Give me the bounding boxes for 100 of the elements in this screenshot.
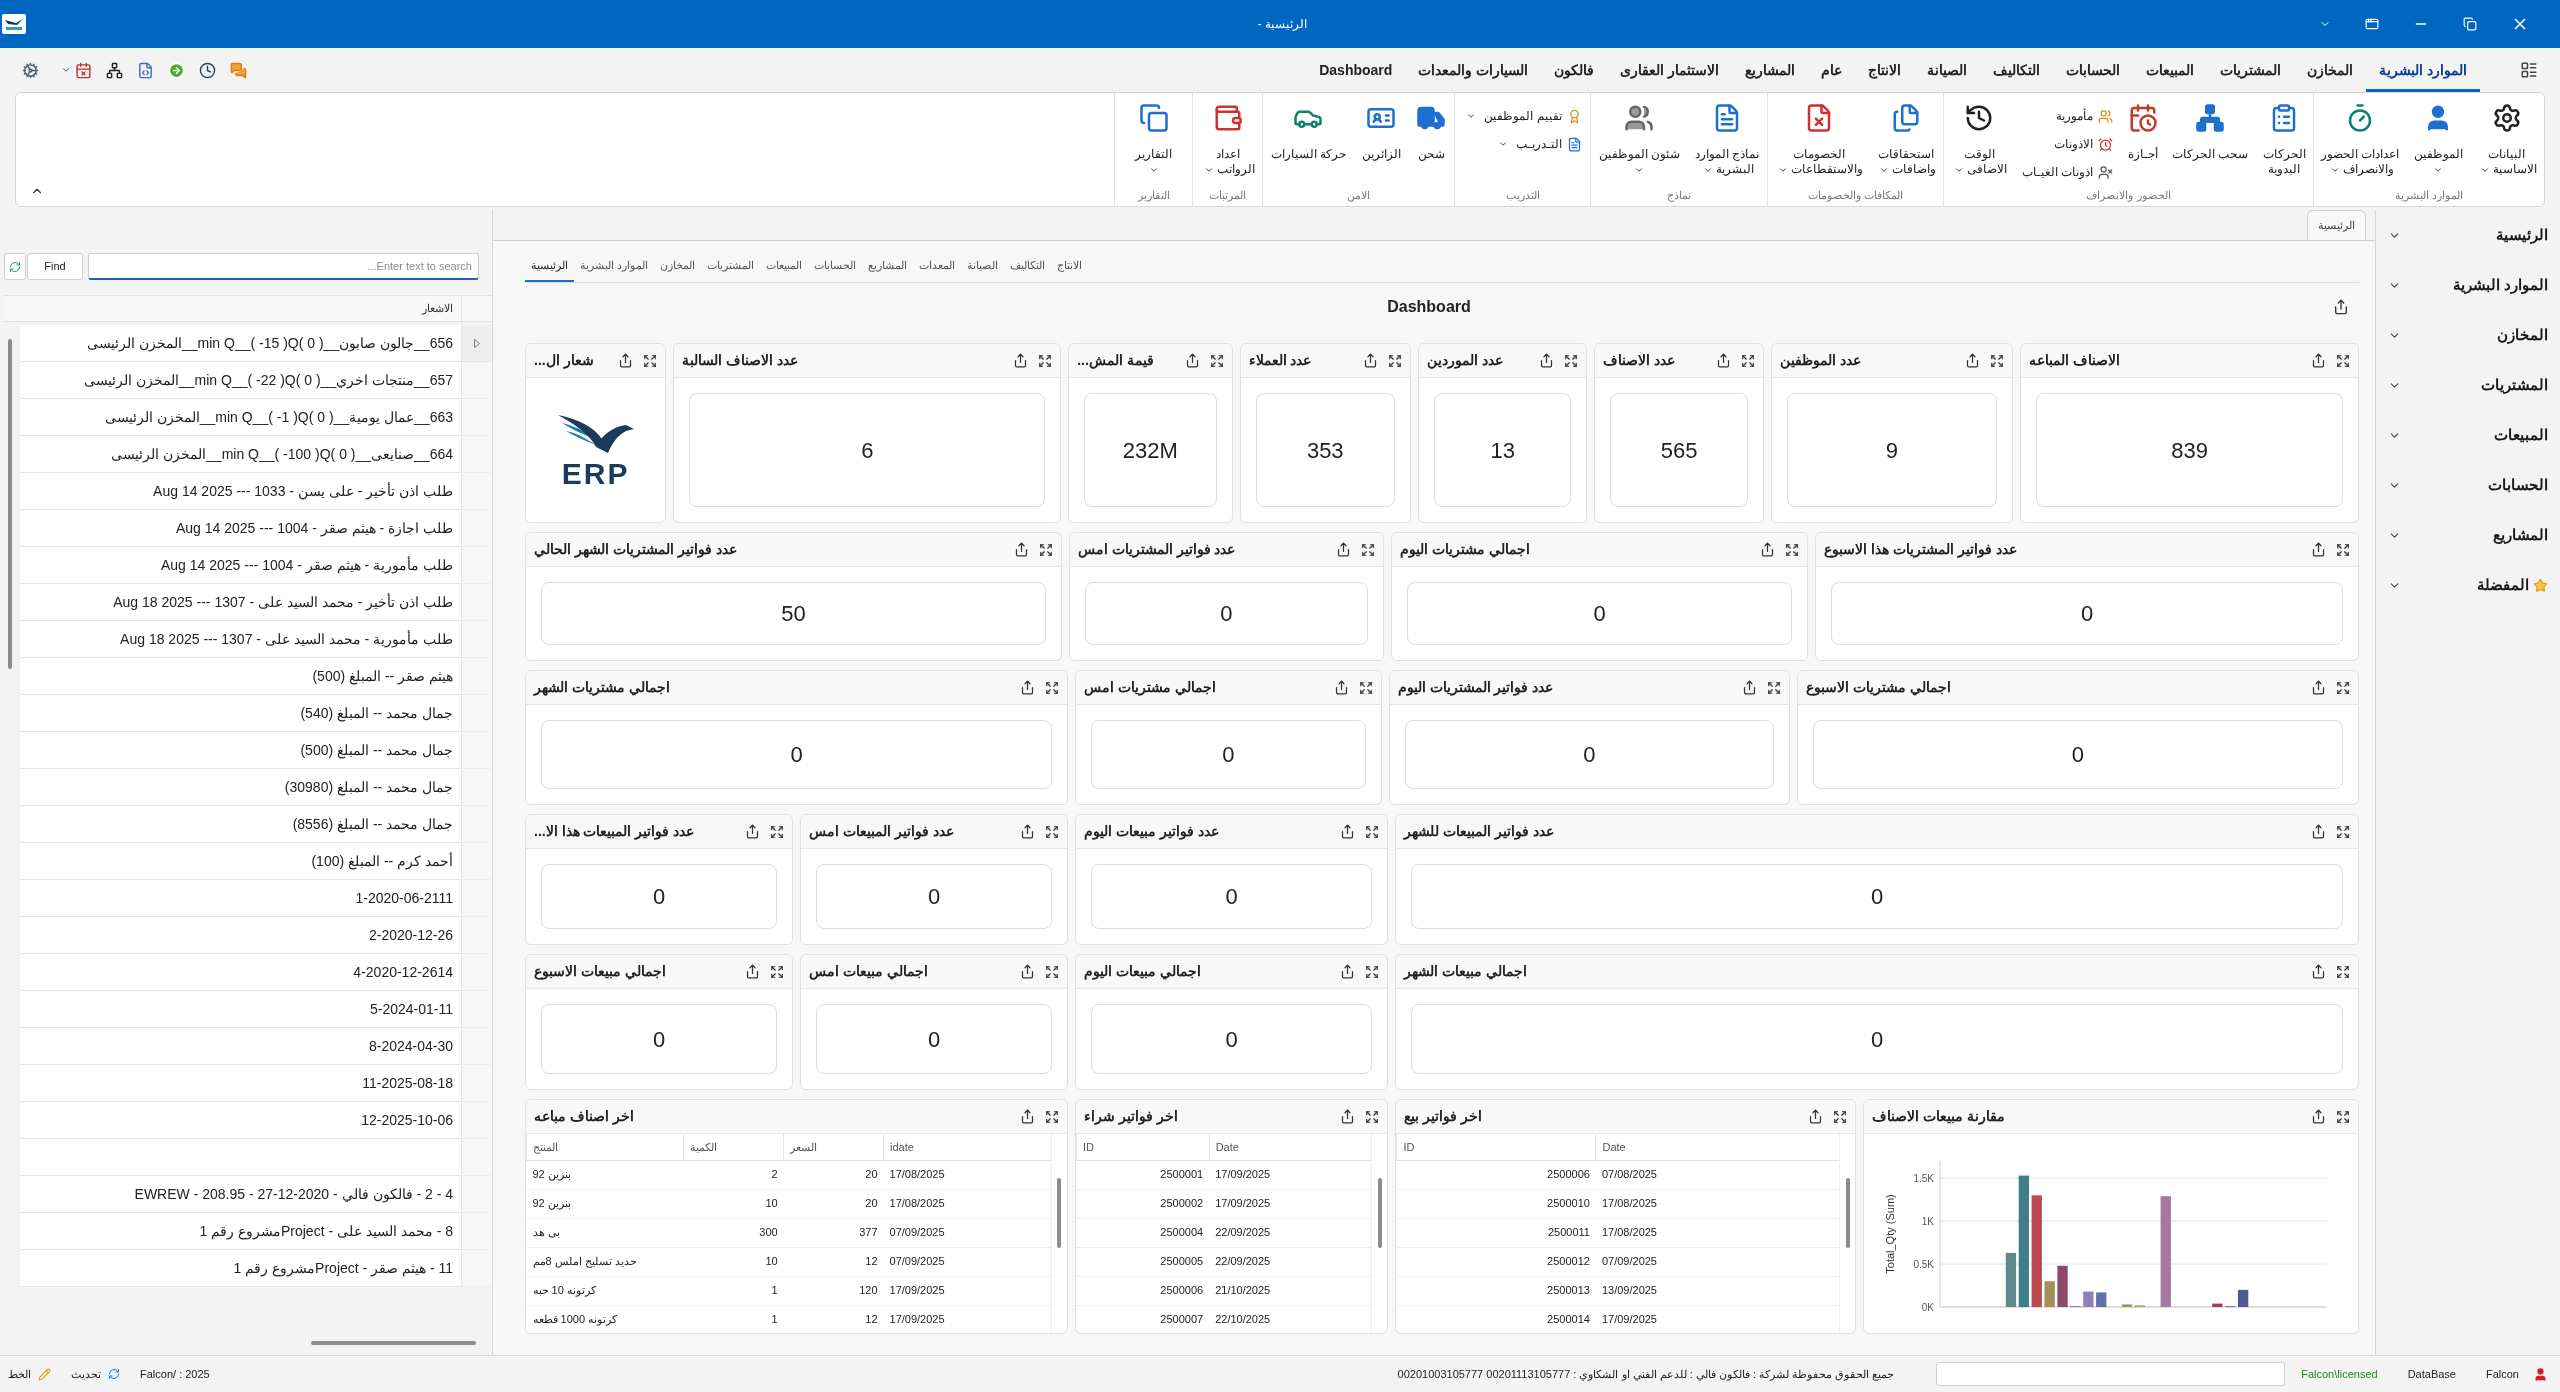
ribbon-small-button[interactable]: تقييم الموظفين xyxy=(1463,107,1582,125)
ribbon-tab[interactable]: الحسابات xyxy=(2053,48,2134,92)
ribbon-button[interactable]: الحركات اليدوية xyxy=(2258,103,2310,177)
expand-icon[interactable] xyxy=(1990,353,2005,368)
dashboard-tab[interactable]: الحسابات xyxy=(808,251,863,282)
expand-icon[interactable] xyxy=(1038,542,1053,557)
notification-row[interactable]: 663__عمال يومية__min Q__( -1 )Q( 0 )__المخزن الرئيسى xyxy=(20,399,462,436)
ribbon-button[interactable]: استحقاقات واضافات xyxy=(1872,103,1941,177)
export-icon[interactable] xyxy=(1808,1109,1824,1124)
ribbon-small-button[interactable]: الاذونات xyxy=(2021,135,2114,153)
expand-icon[interactable] xyxy=(2336,1109,2350,1124)
dashboard-tab[interactable]: الرئيسية xyxy=(525,251,574,282)
restore-icon[interactable] xyxy=(2463,17,2477,31)
refresh-icon[interactable] xyxy=(108,1368,120,1380)
scrollbar-thumb[interactable] xyxy=(1845,1178,1850,1248)
column-header[interactable]: السعر xyxy=(783,1134,884,1160)
column-header[interactable]: Date xyxy=(1595,1134,1840,1160)
caret-icon[interactable] xyxy=(61,65,71,75)
column-header[interactable]: Date xyxy=(1209,1134,1372,1160)
export-icon[interactable] xyxy=(2311,1109,2326,1124)
expand-icon[interactable] xyxy=(770,964,785,979)
expand-icon[interactable] xyxy=(1766,680,1781,695)
export-icon[interactable] xyxy=(1019,964,1035,979)
expand-icon[interactable] xyxy=(1365,824,1380,839)
dashboard-tab[interactable]: المبيعات xyxy=(760,251,809,282)
column-header[interactable]: الكمية xyxy=(683,1134,784,1160)
expand-icon[interactable] xyxy=(1044,964,1059,979)
document-tab[interactable]: الرئيسية xyxy=(2307,210,2366,240)
export-icon[interactable] xyxy=(1539,353,1555,368)
export-icon[interactable] xyxy=(1013,542,1029,557)
notification-row[interactable]: 4 - 2 - فالكون فالي - 2020-12-27 - 208.95 - EWREW xyxy=(20,1176,462,1213)
export-icon[interactable] xyxy=(1335,542,1351,557)
export-icon[interactable] xyxy=(1362,353,1378,368)
column-header[interactable]: ID xyxy=(1076,1134,1210,1160)
export-icon[interactable] xyxy=(1340,1109,1356,1124)
expand-icon[interactable] xyxy=(1785,542,1800,557)
notification-row[interactable]: 8 - محمد السيد على - Projectمشروع رقم 1 xyxy=(20,1213,462,1250)
expand-icon[interactable] xyxy=(1360,542,1375,557)
ribbon-tab[interactable]: الصيانة xyxy=(1914,48,1981,92)
ribbon-tab[interactable]: الانتاج xyxy=(1855,48,1915,92)
notification-row[interactable]: طلب اجازة - هيثم صقر - 1004 --- Aug 14 2025 xyxy=(20,510,462,547)
notification-row[interactable]: طلب اذن تأخير - على يسن - 1033 --- Aug 14 2025 xyxy=(20,473,462,510)
notification-row[interactable]: جمال محمد -- المبلغ (30980) xyxy=(20,769,462,806)
dashboard-tab[interactable]: الموارد البشرية xyxy=(574,251,655,282)
notification-row[interactable]: جمال محمد -- المبلغ (540) xyxy=(20,695,462,732)
status-field[interactable] xyxy=(1936,1362,2286,1386)
expand-icon[interactable] xyxy=(1045,680,1059,695)
person-icon[interactable] xyxy=(2533,1366,2548,1382)
export-icon[interactable] xyxy=(745,824,761,839)
expand-icon[interactable] xyxy=(2336,542,2350,557)
chat-icon[interactable] xyxy=(230,61,247,79)
export-icon[interactable] xyxy=(1013,353,1029,368)
export-icon[interactable] xyxy=(618,353,634,368)
ribbon-button[interactable]: الوقت الاضافى xyxy=(1947,103,2012,177)
scrollbar-thumb[interactable] xyxy=(1057,1178,1062,1248)
scrollbar-thumb[interactable] xyxy=(1377,1178,1382,1248)
ribbon-button[interactable]: سحب الحركات xyxy=(2168,103,2253,162)
expand-icon[interactable] xyxy=(1365,1109,1380,1124)
clock-icon[interactable] xyxy=(199,61,216,79)
expand-icon[interactable] xyxy=(2336,353,2350,368)
export-icon[interactable] xyxy=(745,964,761,979)
code-file-icon[interactable] xyxy=(137,61,154,79)
ribbon-tab[interactable]: التكاليف xyxy=(1980,48,2054,92)
export-icon[interactable] xyxy=(1184,353,1200,368)
dashboard-tab[interactable]: التكاليف xyxy=(1004,251,1052,282)
ribbon-small-button[interactable]: اذونات الغيـاب xyxy=(2021,163,2114,181)
ribbon-tab[interactable]: المبيعات xyxy=(2133,48,2208,92)
sidebar-item[interactable]: الحسابات xyxy=(2376,460,2560,510)
notification-row[interactable]: 664__صنايعى__min Q__( -100 )Q( 0 )__المخزن الرئيسى xyxy=(20,436,462,473)
find-button[interactable]: Find xyxy=(27,253,83,280)
export-icon[interactable] xyxy=(1965,353,1981,368)
notification-row[interactable]: 11-2025-08-18 xyxy=(20,1065,462,1102)
notification-row[interactable]: جمال محمد -- المبلغ (8556) xyxy=(20,806,462,843)
notification-row[interactable]: 657__منتجات اخري__min Q__( -22 )Q( 0 )__المخزن الرئيسى xyxy=(20,362,462,399)
expand-icon[interactable] xyxy=(2336,964,2350,979)
ribbon-button[interactable]: الموظفين xyxy=(2409,103,2467,177)
ribbon-small-button[interactable]: التـدريـب xyxy=(1463,135,1582,153)
arrow-circle-icon[interactable] xyxy=(168,61,185,79)
ribbon-tab[interactable]: عام xyxy=(1808,48,1856,92)
export-icon[interactable] xyxy=(2311,680,2326,695)
dashboard-tab[interactable]: الانتاج xyxy=(1051,251,1089,282)
export-icon[interactable] xyxy=(2311,542,2326,557)
expand-icon[interactable] xyxy=(1044,824,1059,839)
expand-icon[interactable] xyxy=(1387,353,1402,368)
ribbon-button[interactable]: حركة السيارات xyxy=(1266,103,1351,162)
column-header[interactable]: idate xyxy=(883,1134,1051,1160)
ribbon-tab[interactable]: السيارات والمعدات xyxy=(1405,48,1542,92)
expand-icon[interactable] xyxy=(1038,353,1053,368)
ribbon-button[interactable]: اعدادات الحضور والانصراف xyxy=(2317,103,2404,177)
expand-icon[interactable] xyxy=(643,353,658,368)
column-header[interactable]: ID xyxy=(1396,1134,1596,1160)
expand-icon[interactable] xyxy=(1833,1109,1848,1124)
ribbon-button[interactable]: اعداد الرواتب xyxy=(1196,103,1259,177)
sidebar-item[interactable]: المشاريع xyxy=(2376,510,2560,560)
expand-icon[interactable] xyxy=(1365,964,1380,979)
ribbon-small-button[interactable]: مأمورية xyxy=(2021,107,2114,125)
notification-row[interactable]: أحمد كرم -- المبلغ (100) xyxy=(20,843,462,880)
sidebar-item[interactable]: المشتريات xyxy=(2376,360,2560,410)
sidebar-item[interactable]: الرئيسية xyxy=(2376,210,2560,260)
expand-icon[interactable] xyxy=(1740,353,1755,368)
